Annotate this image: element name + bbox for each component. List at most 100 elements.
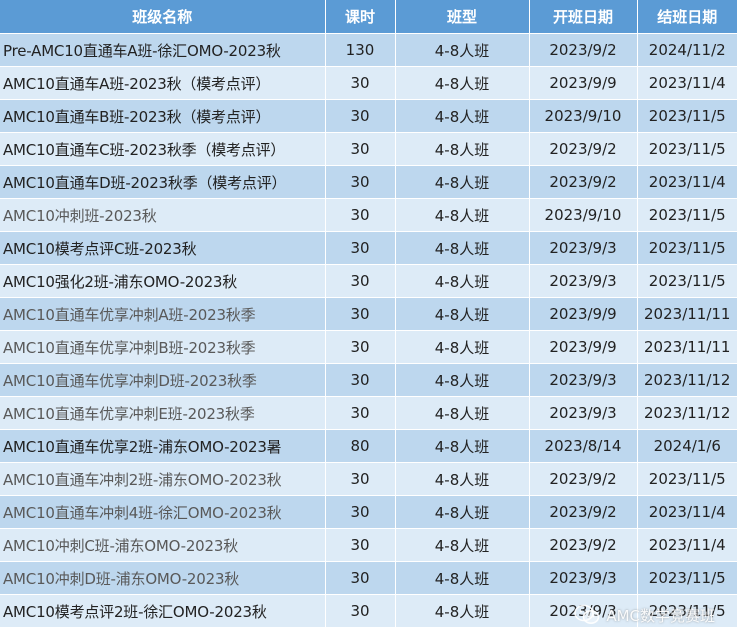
end-date-cell: 2023/11/5: [637, 462, 737, 496]
hours-cell: 30: [325, 132, 396, 166]
class-type-cell: 4-8人班: [395, 297, 530, 331]
table-row: AMC10直通车优享冲刺B班-2023秋季 30 4-8人班 2023/9/9 2023…: [0, 330, 737, 364]
class-type-cell: 4-8人班: [395, 495, 530, 529]
hours-cell: 30: [325, 297, 396, 331]
start-date-cell: 2023/9/2: [529, 33, 638, 67]
start-date-cell: 2023/9/3: [529, 561, 638, 595]
class-type-cell: 4-8人班: [395, 66, 530, 100]
hours-cell: 30: [325, 264, 396, 298]
end-date-cell: 2023/11/4: [637, 66, 737, 100]
header-row: 班级名称 课时 班型 开班日期 结班日期: [0, 0, 737, 34]
class-name-cell: AMC10冲刺C班-浦东OMO-2023秋: [0, 528, 326, 562]
table-row: AMC10直通车优享冲刺D班-2023秋季 30 4-8人班 2023/9/3 2023…: [0, 363, 737, 397]
table-row: AMC10直通车优享冲刺A班-2023秋季 30 4-8人班 2023/9/9 2023…: [0, 297, 737, 331]
hours-cell: 30: [325, 462, 396, 496]
end-date-cell: 2023/11/4: [637, 165, 737, 199]
class-type-cell: 4-8人班: [395, 528, 530, 562]
table-row: AMC10冲刺班-2023秋 30 4-8人班 2023/9/10 2023/11/5: [0, 198, 737, 232]
table-row: AMC10冲刺C班-浦东OMO-2023秋 30 4-8人班 2023/9/2 2023…: [0, 528, 737, 562]
class-name-cell: AMC10冲刺班-2023秋: [0, 198, 326, 232]
start-date-cell: 2023/9/2: [529, 132, 638, 166]
end-date-cell: 2023/11/11: [637, 330, 737, 364]
start-date-cell: 2023/9/2: [529, 528, 638, 562]
class-type-cell: 4-8人班: [395, 594, 530, 627]
hours-cell: 30: [325, 99, 396, 133]
header-end-date: 结班日期: [637, 0, 737, 34]
class-type-cell: 4-8人班: [395, 363, 530, 397]
class-type-cell: 4-8人班: [395, 462, 530, 496]
start-date-cell: 2023/8/14: [529, 429, 638, 463]
start-date-cell: 2023/9/3: [529, 396, 638, 430]
hours-cell: 30: [325, 231, 396, 265]
class-name-cell: AMC10直通车优享冲刺B班-2023秋季: [0, 330, 326, 364]
class-name-cell: AMC10模考点评C班-2023秋: [0, 231, 326, 265]
hours-cell: 30: [325, 561, 396, 595]
table-row: AMC10强化2班-浦东OMO-2023秋 30 4-8人班 2023/9/3 2023…: [0, 264, 737, 298]
class-type-cell: 4-8人班: [395, 33, 530, 67]
start-date-cell: 2023/9/2: [529, 462, 638, 496]
class-name-cell: Pre-AMC10直通车A班-徐汇OMO-2023秋: [0, 33, 326, 67]
hours-cell: 130: [325, 33, 396, 67]
table-row: AMC10直通车C班-2023秋季（模考点评） 30 4-8人班 2023/9/2 20…: [0, 132, 737, 166]
class-type-cell: 4-8人班: [395, 231, 530, 265]
header-class-type: 班型: [395, 0, 530, 34]
table-row: AMC10模考点评2班-徐汇OMO-2023秋 30 4-8人班 2023/9/3 20…: [0, 594, 737, 627]
end-date-cell: 2023/11/5: [637, 99, 737, 133]
class-type-cell: 4-8人班: [395, 264, 530, 298]
table-row: AMC10直通车优享冲刺E班-2023秋季 30 4-8人班 2023/9/3 2023…: [0, 396, 737, 430]
end-date-cell: 2023/11/12: [637, 363, 737, 397]
table-row: AMC10模考点评C班-2023秋 30 4-8人班 2023/9/3 2023/11/…: [0, 231, 737, 265]
start-date-cell: 2023/9/3: [529, 231, 638, 265]
class-schedule-table: 班级名称 课时 班型 开班日期 结班日期 Pre-AMC10直通车A班-徐汇OM…: [0, 0, 737, 627]
start-date-cell: 2023/9/9: [529, 66, 638, 100]
table-row: AMC10直通车冲刺4班-徐汇OMO-2023秋 30 4-8人班 2023/9/2 2…: [0, 495, 737, 529]
end-date-cell: 2023/11/5: [637, 594, 737, 627]
start-date-cell: 2023/9/10: [529, 198, 638, 232]
class-name-cell: AMC10强化2班-浦东OMO-2023秋: [0, 264, 326, 298]
end-date-cell: 2023/11/5: [637, 264, 737, 298]
class-name-cell: AMC10直通车C班-2023秋季（模考点评）: [0, 132, 326, 166]
table-row: Pre-AMC10直通车A班-徐汇OMO-2023秋 130 4-8人班 2023/9…: [0, 33, 737, 67]
class-type-cell: 4-8人班: [395, 99, 530, 133]
start-date-cell: 2023/9/2: [529, 165, 638, 199]
end-date-cell: 2023/11/4: [637, 528, 737, 562]
hours-cell: 30: [325, 198, 396, 232]
hours-cell: 30: [325, 363, 396, 397]
class-name-cell: AMC10直通车冲刺4班-徐汇OMO-2023秋: [0, 495, 326, 529]
end-date-cell: 2024/1/6: [637, 429, 737, 463]
table-row: AMC10直通车A班-2023秋（模考点评） 30 4-8人班 2023/9/9 202…: [0, 66, 737, 100]
class-name-cell: AMC10直通车A班-2023秋（模考点评）: [0, 66, 326, 100]
hours-cell: 30: [325, 594, 396, 627]
class-name-cell: AMC10直通车冲刺2班-浦东OMO-2023秋: [0, 462, 326, 496]
start-date-cell: 2023/9/9: [529, 297, 638, 331]
hours-cell: 30: [325, 495, 396, 529]
start-date-cell: 2023/9/9: [529, 330, 638, 364]
class-name-cell: AMC10直通车D班-2023秋季（模考点评）: [0, 165, 326, 199]
table-row: AMC10直通车B班-2023秋（模考点评） 30 4-8人班 2023/9/10 20…: [0, 99, 737, 133]
class-type-cell: 4-8人班: [395, 561, 530, 595]
class-type-cell: 4-8人班: [395, 429, 530, 463]
table-row: AMC10冲刺D班-浦东OMO-2023秋 30 4-8人班 2023/9/3 2023…: [0, 561, 737, 595]
end-date-cell: 2023/11/11: [637, 297, 737, 331]
class-name-cell: AMC10冲刺D班-浦东OMO-2023秋: [0, 561, 326, 595]
table-header: 班级名称 课时 班型 开班日期 结班日期: [0, 0, 737, 34]
class-type-cell: 4-8人班: [395, 132, 530, 166]
class-name-cell: AMC10直通车优享2班-浦东OMO-2023暑: [0, 429, 326, 463]
end-date-cell: 2023/11/5: [637, 132, 737, 166]
class-type-cell: 4-8人班: [395, 165, 530, 199]
table-body: Pre-AMC10直通车A班-徐汇OMO-2023秋 130 4-8人班 2023/9…: [0, 33, 737, 627]
end-date-cell: 2024/11/2: [637, 33, 737, 67]
header-class-name: 班级名称: [0, 0, 326, 34]
end-date-cell: 2023/11/12: [637, 396, 737, 430]
hours-cell: 30: [325, 66, 396, 100]
end-date-cell: 2023/11/4: [637, 495, 737, 529]
class-type-cell: 4-8人班: [395, 396, 530, 430]
class-type-cell: 4-8人班: [395, 198, 530, 232]
table-row: AMC10直通车优享2班-浦东OMO-2023暑 80 4-8人班 2023/8/14…: [0, 429, 737, 463]
table-row: AMC10直通车冲刺2班-浦东OMO-2023秋 30 4-8人班 2023/9/2 2…: [0, 462, 737, 496]
end-date-cell: 2023/11/5: [637, 198, 737, 232]
hours-cell: 30: [325, 165, 396, 199]
hours-cell: 80: [325, 429, 396, 463]
hours-cell: 30: [325, 396, 396, 430]
start-date-cell: 2023/9/3: [529, 264, 638, 298]
